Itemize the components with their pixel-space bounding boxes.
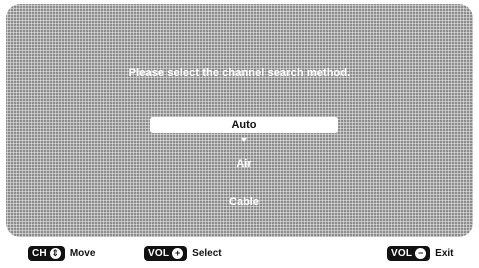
option-air[interactable]: Air (150, 156, 338, 172)
vol-plus-key[interactable]: VOL + (144, 245, 188, 261)
tv-screen: Please select the channel search method.… (0, 0, 479, 268)
hint-move: CH ⇕ Move (28, 244, 95, 262)
hint-exit: VOL − Exit (387, 244, 454, 262)
exit-label: Exit (435, 247, 454, 259)
down-arrow-icon (241, 138, 247, 142)
dialog-prompt: Please select the channel search method. (128, 67, 351, 79)
ch-key-label: CH (32, 247, 47, 259)
vol-plus-key-label: VOL (148, 247, 170, 259)
button-hints-bar: CH ⇕ Move VOL + Select VOL − Exit (0, 244, 479, 264)
select-label: Select (192, 247, 222, 259)
channel-search-dialog: Please select the channel search method.… (6, 4, 473, 237)
option-cable[interactable]: Cable (150, 194, 338, 210)
vol-minus-key[interactable]: VOL − (387, 245, 431, 261)
plus-icon: + (172, 247, 184, 259)
minus-icon: − (415, 247, 427, 259)
ch-key[interactable]: CH ⇕ (28, 245, 65, 261)
up-down-arrows-icon: ⇕ (49, 247, 61, 259)
vol-minus-key-label: VOL (391, 247, 413, 259)
move-label: Move (69, 247, 96, 259)
option-auto[interactable]: Auto (150, 117, 338, 133)
hint-select: VOL + Select (144, 244, 222, 262)
